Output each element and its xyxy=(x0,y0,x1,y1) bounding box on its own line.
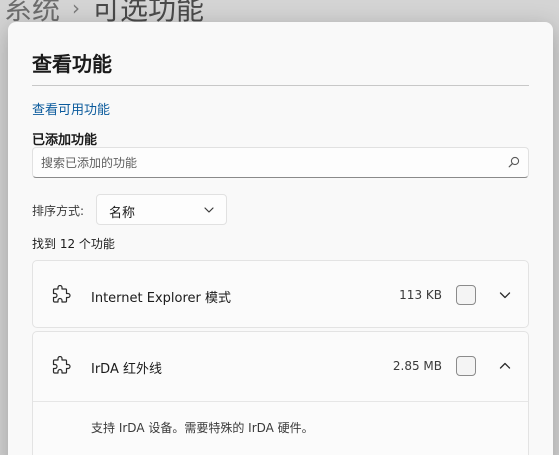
search-box[interactable] xyxy=(32,147,529,178)
view-available-features-link[interactable]: 查看可用功能 xyxy=(32,99,110,118)
feature-card: IrDA 红外线 2.85 MB 支持 IrDA 设备。需要特殊的 IrDA 硬… xyxy=(32,331,529,455)
feature-name: IrDA 红外线 xyxy=(91,362,162,377)
feature-card: Internet Explorer 模式 113 KB xyxy=(32,260,529,328)
sort-dropdown[interactable]: 名称 xyxy=(96,194,227,225)
sort-label: 排序方式: xyxy=(32,204,85,218)
feature-size: 2.85 MB xyxy=(392,359,442,373)
puzzle-piece-icon xyxy=(52,356,71,374)
feature-row-header[interactable]: Internet Explorer 模式 113 KB xyxy=(33,261,528,329)
chevron-down-icon xyxy=(204,207,214,213)
title-divider xyxy=(32,85,529,86)
dialog-title: 查看功能 xyxy=(32,52,112,76)
added-features-label: 已添加功能 xyxy=(32,133,98,148)
feature-description: 支持 IrDA 设备。需要特殊的 IrDA 硬件。 xyxy=(91,421,314,435)
chevron-down-icon[interactable] xyxy=(499,290,511,300)
feature-size: 113 KB xyxy=(399,288,442,302)
view-features-dialog: 查看功能 查看可用功能 已添加功能 排序方式: 名称 找到 12 个功能 Int… xyxy=(8,22,553,455)
feature-name: Internet Explorer 模式 xyxy=(91,291,232,306)
result-count: 找到 12 个功能 xyxy=(32,237,115,251)
feature-row-header[interactable]: IrDA 红外线 2.85 MB xyxy=(33,332,528,400)
search-icon xyxy=(508,156,520,168)
expanded-divider xyxy=(33,401,528,402)
search-input[interactable] xyxy=(41,148,491,177)
feature-checkbox[interactable] xyxy=(456,356,476,376)
sort-selected-value: 名称 xyxy=(109,206,136,221)
chevron-up-icon[interactable] xyxy=(499,361,511,371)
breadcrumb-separator-icon: › xyxy=(72,0,81,20)
feature-checkbox[interactable] xyxy=(456,285,476,305)
puzzle-piece-icon xyxy=(52,285,71,303)
